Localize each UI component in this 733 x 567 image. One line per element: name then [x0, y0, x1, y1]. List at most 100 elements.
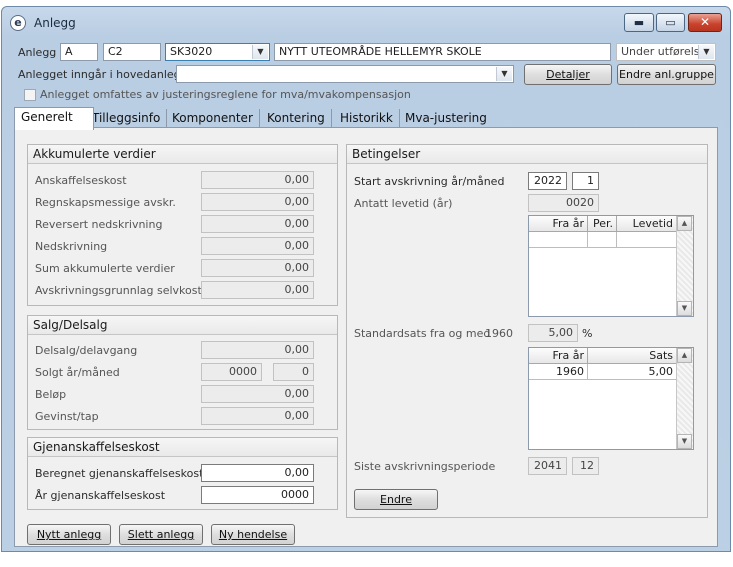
tab-kontering[interactable]: Kontering [261, 109, 332, 128]
tab-historikk[interactable]: Historikk [334, 109, 400, 128]
window-title: Anlegg [34, 16, 76, 30]
close-button[interactable]: ✕ [688, 13, 722, 32]
chevron-down-icon[interactable]: ▼ [496, 67, 512, 81]
solgt-year: 0000 [201, 363, 262, 381]
scroll-up-icon[interactable]: ▲ [677, 348, 692, 363]
grid-cell[interactable] [588, 232, 617, 248]
gevinst-value: 0,00 [201, 407, 314, 425]
akkum-value: 0,00 [201, 237, 314, 255]
tab-mva-justering[interactable]: Mva-justering [399, 109, 493, 128]
delsalg-value: 0,00 [201, 341, 314, 359]
betingelser-group: Betingelser Start avskrivning år/måned 2… [346, 144, 708, 518]
tab-tilleggsinfo[interactable]: Tilleggsinfo [86, 109, 168, 128]
solgt-month: 0 [273, 363, 314, 381]
grid-header[interactable]: Sats [588, 348, 677, 364]
nytt-anlegg-label: Nytt anlegg [36, 528, 102, 541]
scroll-down-icon[interactable]: ▼ [677, 434, 692, 449]
salg-title: Salg/Delsalg [28, 316, 337, 335]
siste-month: 12 [572, 457, 599, 475]
grid-header[interactable]: Fra år [529, 216, 588, 232]
akkum-label: Avskrivningsgrunnlag selvkost [35, 284, 202, 297]
detaljer-button[interactable]: Detaljer [524, 64, 612, 85]
start-month-input[interactable]: 1 [572, 172, 599, 190]
solgt-label: Solgt år/måned [35, 366, 120, 379]
title-bar[interactable]: e Anlegg ▬ ▭ ✕ [2, 7, 730, 37]
akkum-label: Regnskapsmessige avskr. [35, 196, 176, 209]
slett-anlegg-button[interactable]: Slett anlegg [119, 524, 203, 545]
start-year-input[interactable]: 2022 [528, 172, 567, 190]
grid-cell[interactable]: 5,00 [588, 364, 677, 380]
nytt-anlegg-button[interactable]: Nytt anlegg [27, 524, 111, 545]
close-icon: ✕ [699, 15, 711, 29]
sats-grid[interactable]: Fra år Sats 1960 5,00 ▲ ▼ [528, 347, 694, 450]
akkum-label: Nedskrivning [35, 240, 108, 253]
akkum-value: 0,00 [201, 193, 314, 211]
ar-gjenanskaffelse-input[interactable]: 0000 [201, 486, 314, 504]
anlegg-code1-field[interactable]: A [60, 43, 98, 61]
akkum-value: 0,00 [201, 259, 314, 277]
scroll-up-icon[interactable]: ▲ [677, 216, 692, 231]
mva-checkbox-label: Anlegget omfattes av justeringsreglene f… [40, 88, 411, 101]
standardsats-label: Standardsats fra og med [354, 327, 491, 340]
akkumulerte-title: Akkumulerte verdier [28, 145, 337, 164]
siste-year: 2041 [528, 457, 567, 475]
akkum-value: 0,00 [201, 281, 314, 299]
akkum-label: Sum akkumulerte verdier [35, 262, 175, 275]
anlegg-code2-field[interactable]: C2 [103, 43, 161, 61]
slett-anlegg-label: Slett anlegg [127, 528, 195, 541]
hovedanlegg-label: Anlegget inngår i hovedanlegg [18, 68, 188, 81]
anlegg-number-combo[interactable]: SK3020 ▼ [165, 43, 270, 61]
maximize-button[interactable]: ▭ [656, 13, 685, 32]
gjenanskaffelse-title: Gjenanskaffelseskost [28, 438, 337, 457]
beregnet-label: Beregnet gjenanskaffelseskost [35, 467, 204, 480]
belop-label: Beløp [35, 388, 67, 401]
akkum-value: 0,00 [201, 171, 314, 189]
chevron-down-icon[interactable]: ▼ [698, 45, 714, 59]
ar-gjenanskaffelse-label: År gjenanskaffelseskost [35, 489, 166, 502]
anlegg-label: Anlegg [18, 46, 57, 59]
grid-header[interactable]: Fra år [529, 348, 588, 364]
grid-header[interactable]: Levetid [617, 216, 677, 232]
levetid-scrollbar[interactable]: ▲ ▼ [676, 216, 693, 316]
endre-button[interactable]: Endre [354, 489, 438, 510]
endre-gruppe-button[interactable]: Endre anl.gruppe [617, 64, 716, 85]
grid-header[interactable]: Per. [588, 216, 617, 232]
levetid-value: 0020 [528, 194, 599, 212]
detaljer-button-label: Detaljer [546, 68, 590, 81]
standardsats-year: 1960 [485, 327, 513, 340]
chevron-down-icon[interactable]: ▼ [252, 45, 268, 59]
hovedanlegg-combo[interactable]: ▼ [176, 65, 514, 83]
tab-komponenter[interactable]: Komponenter [166, 109, 260, 128]
belop-value: 0,00 [201, 385, 314, 403]
sats-scrollbar[interactable]: ▲ ▼ [676, 348, 693, 449]
betingelser-title: Betingelser [347, 145, 707, 164]
minimize-icon: ▬ [633, 16, 645, 29]
gevinst-label: Gevinst/tap [35, 410, 99, 423]
app-e-icon: e [10, 15, 26, 31]
mva-checkbox[interactable] [24, 89, 36, 101]
grid-cell[interactable]: 1960 [529, 364, 588, 380]
anlegg-number-value: SK3020 [170, 45, 213, 58]
salg-group: Salg/Delsalg Delsalg/delavgang 0,00 Solg… [27, 315, 338, 430]
generelt-panel: Akkumulerte verdier Anskaffelseskost 0,0… [14, 127, 718, 547]
tab-generelt[interactable]: Generelt [14, 107, 94, 130]
percent-sign: % [582, 327, 593, 340]
scroll-down-icon[interactable]: ▼ [677, 301, 692, 316]
akkumulerte-group: Akkumulerte verdier Anskaffelseskost 0,0… [27, 144, 338, 306]
minimize-button[interactable]: ▬ [624, 13, 654, 32]
levetid-grid[interactable]: Fra år Per. Levetid ▲ ▼ [528, 215, 694, 317]
ny-hendelse-button[interactable]: Ny hendelse [211, 524, 295, 545]
grid-cell[interactable] [529, 232, 588, 248]
maximize-icon: ▭ [665, 16, 676, 29]
anlegg-name-field[interactable]: NYTT UTEOMRÅDE HELLEMYR SKOLE [274, 43, 611, 61]
akkum-value: 0,00 [201, 215, 314, 233]
akkum-label: Reversert nedskrivning [35, 218, 163, 231]
grid-cell[interactable] [617, 232, 677, 248]
gjenanskaffelse-group: Gjenanskaffelseskost Beregnet gjenanskaf… [27, 437, 338, 510]
delsalg-label: Delsalg/delavgang [35, 344, 138, 357]
status-combo[interactable]: Under utførelse ▼ [616, 43, 716, 61]
ny-hendelse-label: Ny hendelse [218, 528, 288, 541]
standardsats-value: 5,00 [528, 324, 578, 342]
beregnet-input[interactable]: 0,00 [201, 464, 314, 482]
siste-label: Siste avskrivningsperiode [354, 460, 496, 473]
